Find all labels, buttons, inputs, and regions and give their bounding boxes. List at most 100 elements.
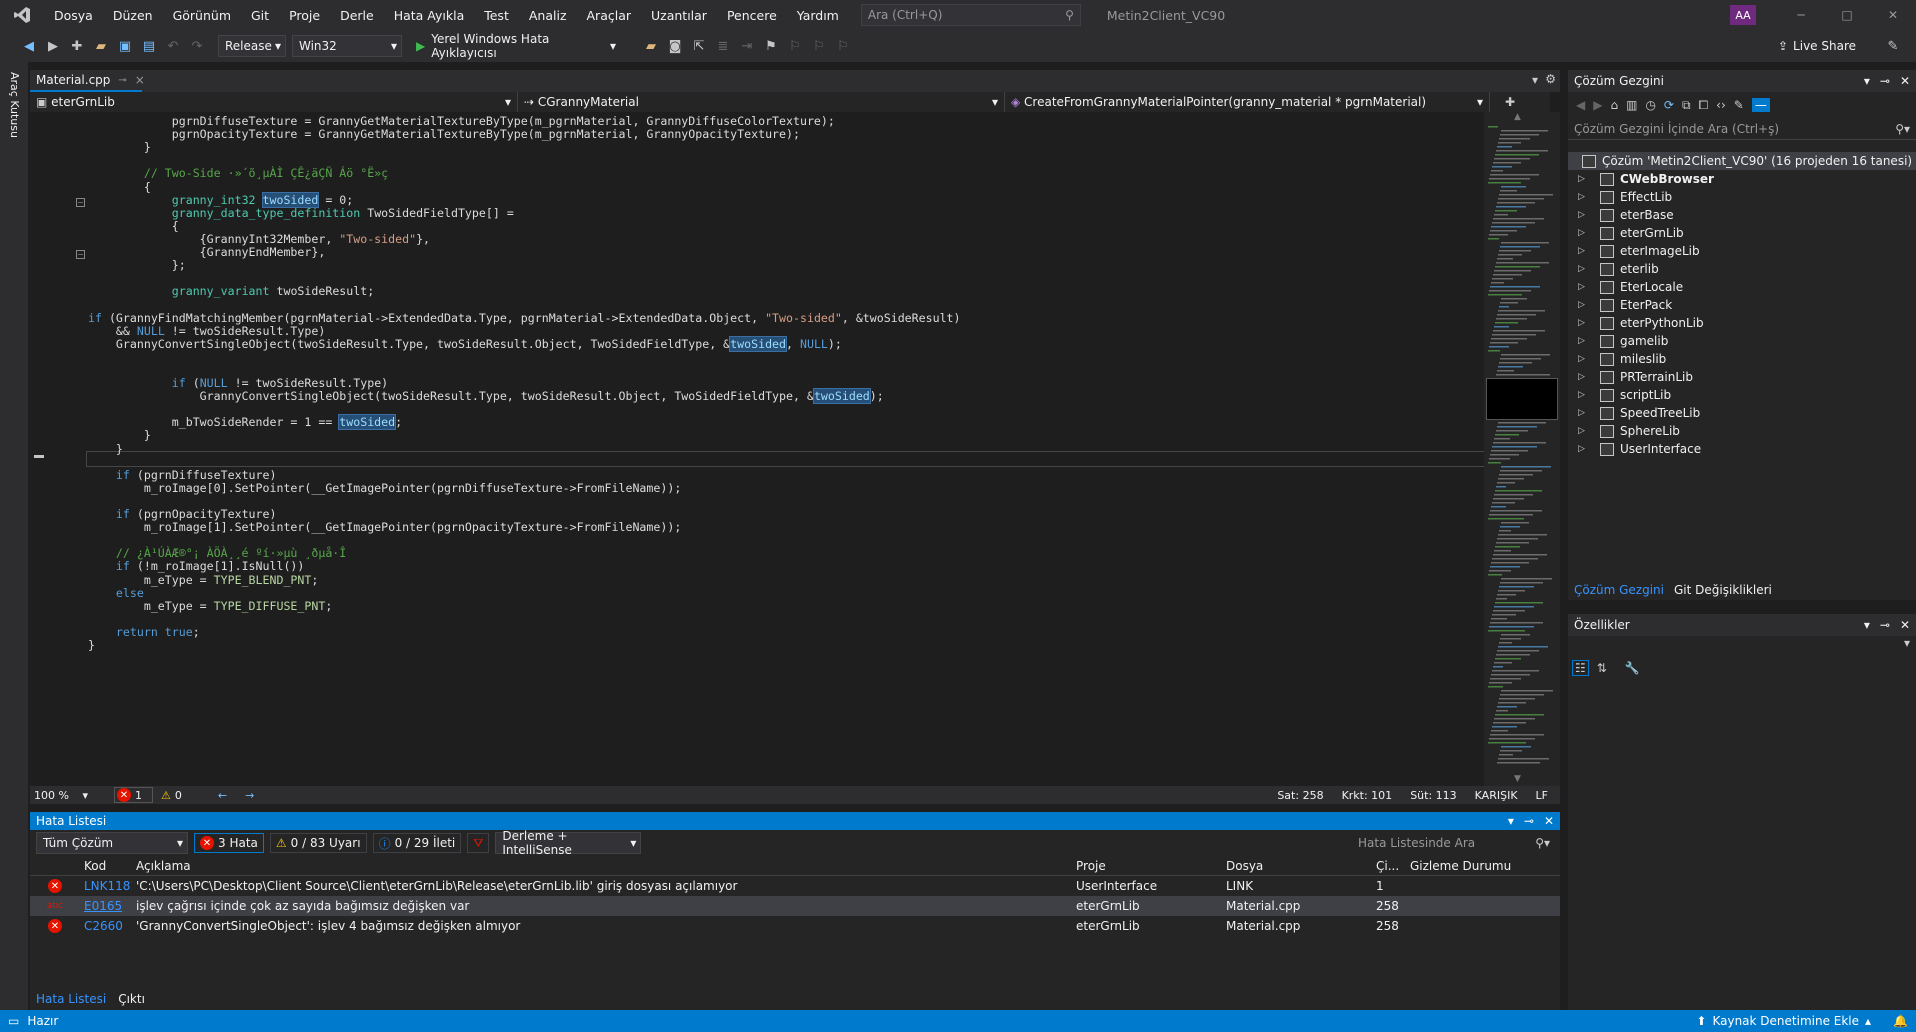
redo-icon[interactable]: ↷ xyxy=(188,37,206,55)
col-number[interactable]: Süt: 113 xyxy=(1410,789,1456,802)
pin-icon[interactable]: ⊸ xyxy=(1524,814,1534,828)
expand-arrow-icon[interactable]: ▷ xyxy=(1578,318,1594,328)
project-item[interactable]: ▷ eterlib xyxy=(1568,260,1916,278)
history-icon[interactable]: ◷ xyxy=(1645,98,1655,112)
project-item[interactable]: ▷ eterPythonLib xyxy=(1568,314,1916,332)
messages-filter-button[interactable]: ⓘ 0 / 29 İleti xyxy=(372,833,462,853)
toolbox-tab[interactable]: Araç Kutusu xyxy=(8,72,21,138)
indent-mode[interactable]: KARIŞIK xyxy=(1475,789,1518,802)
tab-output[interactable]: Çıktı xyxy=(118,992,145,1006)
code-editor[interactable]: − − pgrnDiffuseTexture = GrannyGetMateri… xyxy=(30,112,1530,786)
menu-item-9[interactable]: Araçlar xyxy=(577,8,642,23)
next-bookmark-icon[interactable]: ⚐ xyxy=(810,37,828,55)
project-item[interactable]: ▷ PRTerrainLib xyxy=(1568,368,1916,386)
code-view-icon[interactable]: ‹› xyxy=(1716,98,1726,112)
show-all-icon[interactable]: ⧠ xyxy=(1699,98,1709,113)
menu-item-8[interactable]: Analiz xyxy=(519,8,577,23)
menu-item-11[interactable]: Pencere xyxy=(717,8,787,23)
project-item[interactable]: ▷ EterLocale xyxy=(1568,278,1916,296)
feedback-icon[interactable]: ✎ xyxy=(1884,37,1902,55)
col-description[interactable]: Açıklama xyxy=(132,859,1072,873)
filter-toggle-button[interactable]: ⛛ xyxy=(467,833,490,853)
line-number[interactable]: Sat: 258 xyxy=(1277,789,1323,802)
new-project-icon[interactable]: ✚ xyxy=(68,37,86,55)
error-row[interactable]: abc E0165 işlev çağrısı içinde çok az sayı… xyxy=(30,896,1560,916)
col-code[interactable]: Kod xyxy=(80,859,132,873)
prev-bookmark-icon[interactable]: ⚐ xyxy=(786,37,804,55)
bookmark-icon[interactable]: ⚑ xyxy=(762,37,780,55)
sync-icon[interactable]: ⟳ xyxy=(1664,98,1674,112)
preview-icon[interactable]: — xyxy=(1751,98,1770,112)
error-search-input[interactable]: Hata Listesinde Ara ⚲▾ xyxy=(1354,833,1554,853)
properties-icon[interactable]: ✎ xyxy=(1734,98,1744,112)
char-number[interactable]: Krkt: 101 xyxy=(1342,789,1393,802)
expand-arrow-icon[interactable]: ▷ xyxy=(1578,282,1594,292)
line-ending[interactable]: LF xyxy=(1536,789,1548,802)
menu-item-1[interactable]: Düzen xyxy=(103,8,163,23)
platform-select[interactable]: Win32 ▾ xyxy=(292,35,402,57)
expand-arrow-icon[interactable]: ▷ xyxy=(1578,444,1594,454)
solution-root[interactable]: Çözüm 'Metin2Client_VC90' (16 projeden 1… xyxy=(1568,152,1916,170)
open-file-icon[interactable]: ▰ xyxy=(92,37,110,55)
forward-icon[interactable]: ▶ xyxy=(44,37,62,55)
project-item[interactable]: ▷ SpeedTreeLib xyxy=(1568,404,1916,422)
project-dropdown[interactable]: ▣ eterGrnLib ▾ xyxy=(30,92,518,112)
tab-git-changes[interactable]: Git Değişiklikleri xyxy=(1674,583,1772,597)
warnings-filter-button[interactable]: ⚠ 0 / 83 Uyarı xyxy=(269,833,367,853)
expand-arrow-icon[interactable]: ▷ xyxy=(1578,408,1594,418)
tab-solution-explorer[interactable]: Çözüm Gezgini xyxy=(1574,583,1664,597)
col-suppression[interactable]: Gizleme Durumu xyxy=(1406,859,1546,873)
pin-icon[interactable]: ⊸ xyxy=(118,75,126,86)
back-icon[interactable]: ◀ xyxy=(1576,98,1585,112)
error-code[interactable]: LNK1181 xyxy=(80,879,132,893)
run-debugger-button[interactable]: ▶ Yerel Windows Hata Ayıklayıcısı ▾ xyxy=(416,32,616,60)
indent-icon[interactable]: ⇥ xyxy=(738,37,756,55)
source-control-button[interactable]: ⬆ Kaynak Denetimine Ekle ▴ xyxy=(1696,1014,1871,1028)
forward-icon[interactable]: ▶ xyxy=(1593,98,1602,112)
notifications-icon[interactable]: 🔔 xyxy=(1893,1014,1908,1028)
class-dropdown[interactable]: ⇢ CGrannyMaterial ▾ xyxy=(518,92,1005,112)
config-select[interactable]: Release ▾ xyxy=(218,35,286,57)
expand-arrow-icon[interactable]: ▷ xyxy=(1578,174,1594,184)
collapse-all-icon[interactable]: ⧉ xyxy=(1682,98,1691,113)
close-icon[interactable]: ✕ xyxy=(1544,814,1554,828)
search-input[interactable]: Ara (Ctrl+Q) ⚲ xyxy=(860,4,1081,26)
scope-select[interactable]: Tüm Çözüm ▾ xyxy=(36,832,188,854)
minimap-viewport[interactable] xyxy=(1486,378,1558,420)
project-item[interactable]: ▷ eterGrnLib xyxy=(1568,224,1916,242)
project-item[interactable]: ▷ UserInterface xyxy=(1568,440,1916,458)
undo-icon[interactable]: ↶ xyxy=(164,37,182,55)
project-item[interactable]: ▷ EterPack xyxy=(1568,296,1916,314)
project-item[interactable]: ▷ mileslib xyxy=(1568,350,1916,368)
back-icon[interactable]: ◀ xyxy=(20,37,38,55)
chevron-down-icon[interactable]: ▾ xyxy=(1508,814,1514,828)
member-dropdown[interactable]: ◈ CreateFromGrannyMaterialPointer(granny… xyxy=(1005,92,1490,112)
alphabetical-icon[interactable]: ⇅ xyxy=(1597,661,1607,675)
menu-item-12[interactable]: Yardım xyxy=(787,8,849,23)
tab-material-cpp[interactable]: Material.cpp ⊸ × xyxy=(30,70,145,92)
expand-arrow-icon[interactable]: ▷ xyxy=(1578,390,1594,400)
expand-arrow-icon[interactable]: ▷ xyxy=(1578,192,1594,202)
properties-object-select[interactable]: ▾ xyxy=(1568,636,1916,656)
close-icon[interactable]: ✕ xyxy=(1900,618,1910,632)
warning-count[interactable]: ⚠ 0 xyxy=(161,789,182,802)
tab-overflow-icon[interactable]: ▾ xyxy=(1532,73,1538,87)
close-icon[interactable]: ✕ xyxy=(1900,74,1910,88)
home-icon[interactable]: ⌂ xyxy=(1610,98,1618,112)
scroll-up-arrow[interactable]: ▲ xyxy=(1514,112,1521,122)
menu-item-4[interactable]: Proje xyxy=(279,8,330,23)
menu-item-10[interactable]: Uzantılar xyxy=(641,8,717,23)
expand-arrow-icon[interactable]: ▷ xyxy=(1578,426,1594,436)
chevron-down-icon[interactable]: ▾ xyxy=(1864,74,1870,88)
error-row[interactable]: ✕ LNK1181 'C:\Users\PC\Desktop\Client Sour… xyxy=(30,876,1560,896)
expand-arrow-icon[interactable]: ▷ xyxy=(1578,228,1594,238)
settings-icon[interactable]: ⚙ xyxy=(1545,72,1556,86)
error-row[interactable]: ✕ C2660 'GrannyConvertSingleObject': işlev… xyxy=(30,916,1560,936)
expand-arrow-icon[interactable]: ▷ xyxy=(1578,210,1594,220)
save-icon[interactable]: ▣ xyxy=(116,37,134,55)
col-file[interactable]: Dosya xyxy=(1222,859,1372,873)
expand-arrow-icon[interactable]: ▷ xyxy=(1578,300,1594,310)
expand-arrow-icon[interactable]: ▷ xyxy=(1578,336,1594,346)
format-icon[interactable]: ≣ xyxy=(714,37,732,55)
solution-search-input[interactable]: Çözüm Gezgini İçinde Ara (Ctrl+ş) ⚲▾ xyxy=(1568,118,1916,140)
